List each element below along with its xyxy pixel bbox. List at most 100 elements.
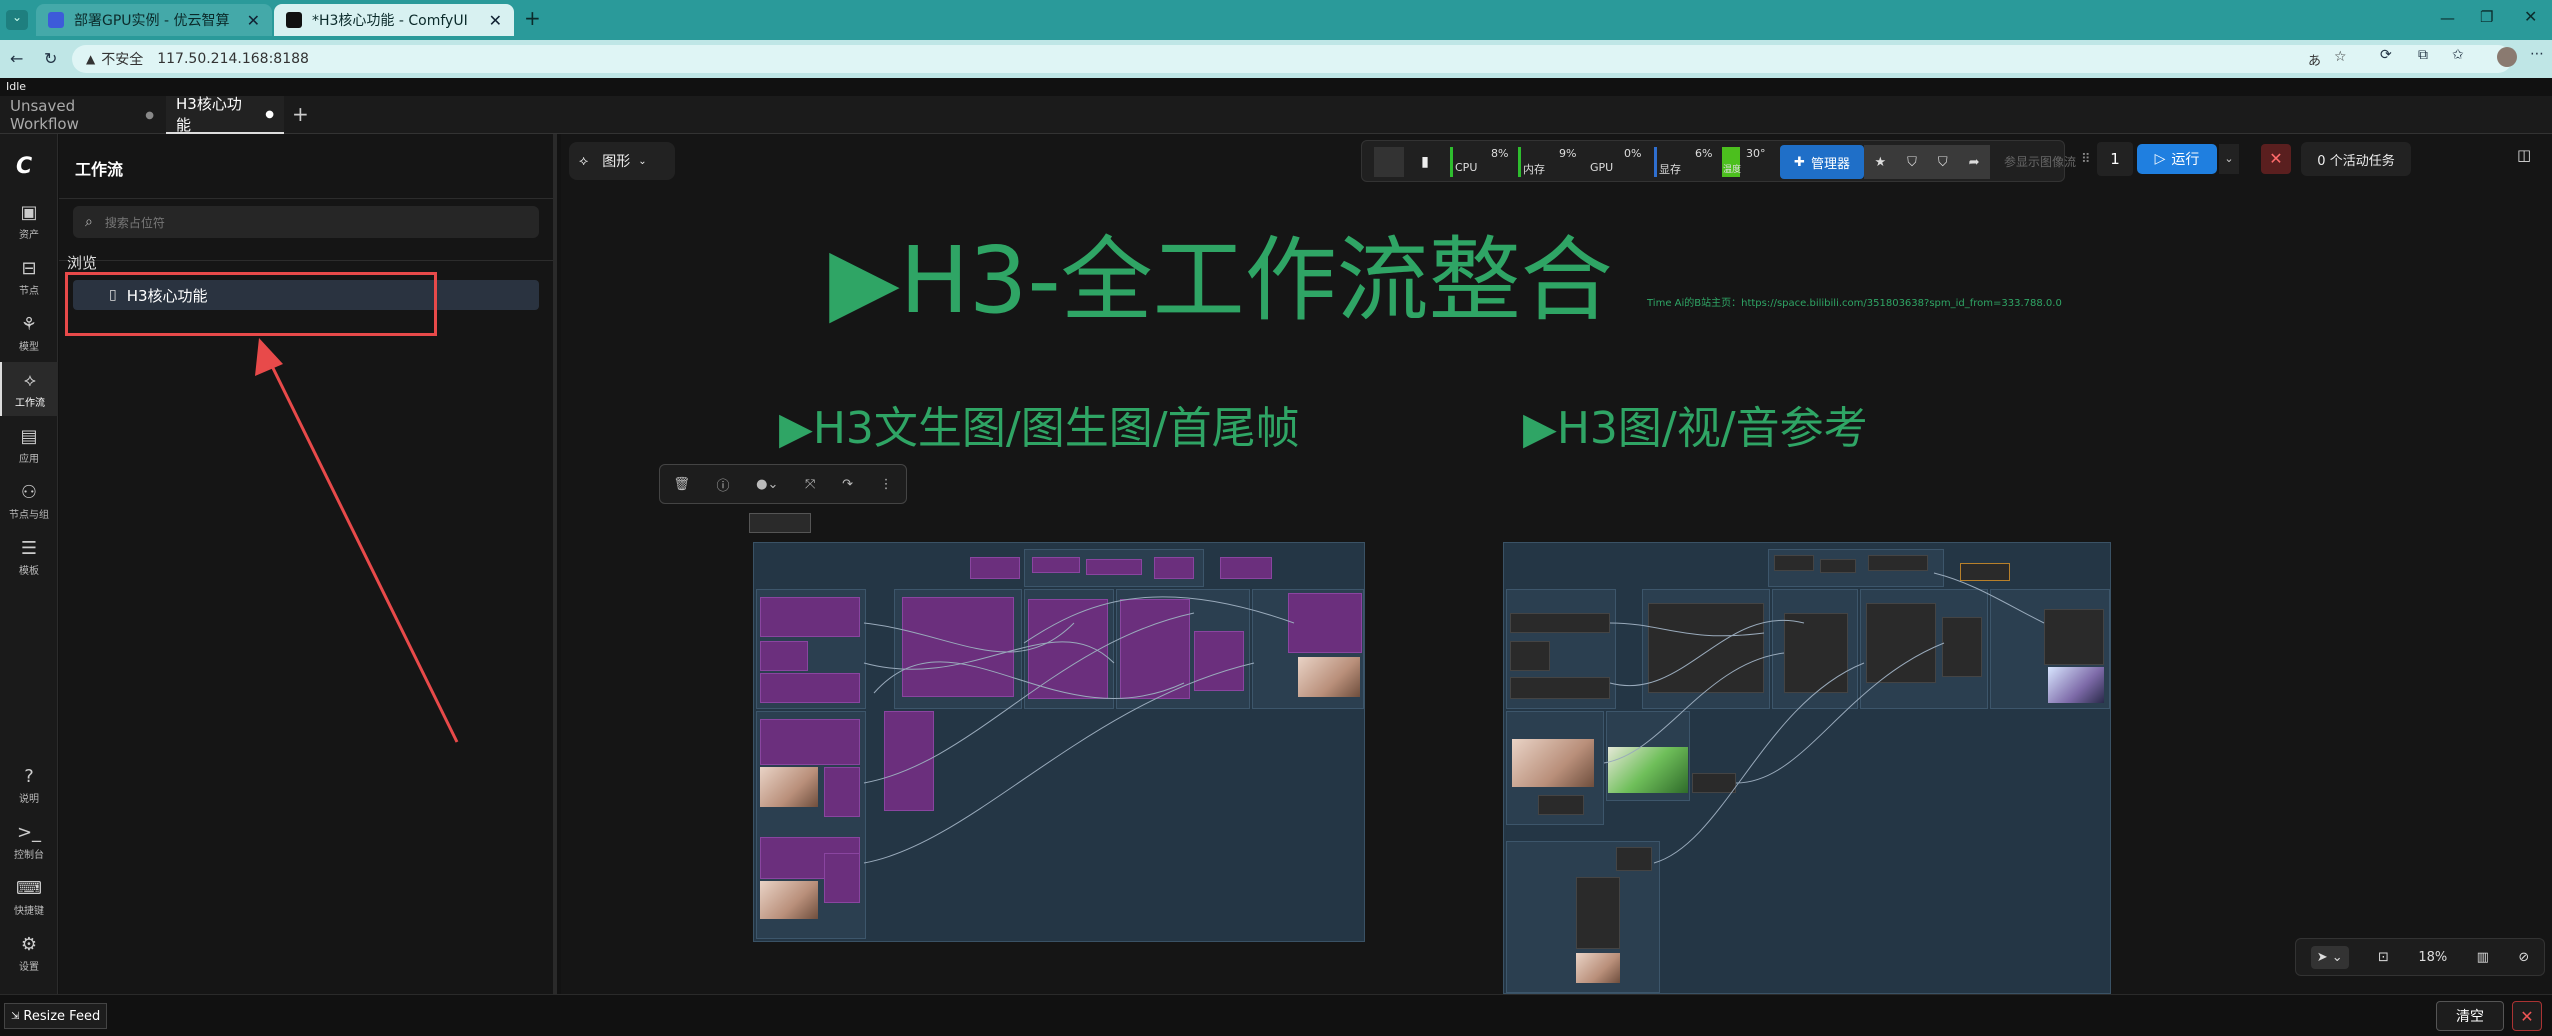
rail-item-apps[interactable]: ▤ 应用 [0, 418, 58, 472]
rail-item-models[interactable]: ⚘ 模型 [0, 306, 58, 360]
select-tool-icon[interactable]: ➤ ⌄ [2310, 945, 2349, 969]
panel-title: 工作流 [75, 160, 124, 179]
translate-icon[interactable]: あ [2308, 50, 2321, 69]
small-node[interactable] [749, 513, 811, 533]
graph-mode-button[interactable]: ⟡ 图形 ⌄ [569, 142, 675, 180]
rail-label: 应用 [19, 453, 39, 465]
tab-actions-chevron-icon[interactable]: ⌄ [6, 10, 28, 30]
rail-item-help[interactable]: ? 说明 [0, 758, 58, 812]
rail-item-assets[interactable]: ▣ 资产 [0, 194, 58, 248]
split-screen-icon[interactable]: ⧉ [2418, 47, 2428, 63]
workflow-group-left[interactable] [753, 542, 1365, 942]
status-strip: Idle [0, 78, 2552, 96]
browse-section-label: 浏览 [67, 254, 98, 272]
gpu-percent: 0% [1624, 147, 1642, 160]
terminal-icon: >_ [16, 821, 42, 843]
rail-item-shortcuts[interactable]: ⌨ 快捷键 [0, 870, 58, 924]
rail-item-templates[interactable]: ☰ 模板 [0, 530, 58, 584]
info-icon[interactable]: ⓘ [716, 475, 729, 494]
share-icon[interactable]: ➦ [1969, 155, 1980, 170]
add-workflow-tab-icon[interactable]: + [292, 102, 309, 126]
image-icon: ▣ [20, 201, 38, 223]
search-icon: ⌕ [85, 214, 93, 230]
workflow-icon: ⟡ [24, 369, 36, 391]
favorite-star-icon[interactable]: ☆ [2334, 49, 2347, 65]
monitor-logo-icon[interactable] [1374, 147, 1404, 177]
rail-item-node-groups[interactable]: ⚇ 节点与组 [0, 474, 58, 528]
rail-item-console[interactable]: >_ 控制台 [0, 814, 58, 868]
back-icon[interactable]: ← [10, 49, 23, 68]
manager-tools: ★ ⛉ ⛉ ➦ [1864, 145, 1990, 179]
active-tasks-button[interactable]: 0 个活动任务 [2301, 142, 2411, 176]
fit-view-icon[interactable]: ⊡ [2378, 950, 2389, 965]
restore-icon[interactable]: ❐ [2480, 8, 2493, 26]
toggle-panel-icon[interactable]: ◫ [2517, 146, 2531, 164]
rail-item-settings[interactable]: ⚙ 设置 [0, 926, 58, 980]
browser-tab-strip: ⌄ 部署GPU实例 - 优云智算 ✕ *H3核心功能 - ComfyUI ✕ +… [0, 0, 2552, 40]
profile-avatar[interactable] [2497, 47, 2517, 67]
group-title-right: ▶H3图/视/音参考 [1523, 403, 1868, 454]
drag-handle-icon[interactable]: ⠿ [2081, 152, 2091, 167]
comfy-logo-icon[interactable]: C [16, 154, 32, 179]
node-links [1603, 572, 2045, 864]
url-field[interactable]: ▲ 不安全 117.50.214.168:8188 あ ☆ [72, 45, 2512, 73]
hide-links-icon[interactable]: ⊘ [2518, 950, 2529, 965]
clear-button[interactable]: 清空 [2436, 1001, 2504, 1031]
uyun-favicon-icon [48, 12, 64, 28]
manager-button[interactable]: ✚ 管理器 [1780, 145, 1864, 179]
resize-feed-label: Resize Feed [23, 1008, 101, 1024]
shield-alt-icon[interactable]: ⛉ [1938, 155, 1948, 170]
workflow-tab-h3[interactable]: H3核心功能 ● [166, 95, 284, 134]
rail-item-nodes[interactable]: ⊟ 节点 [0, 250, 58, 304]
rail-label: 控制台 [14, 849, 44, 861]
browser-tab-0[interactable]: 部署GPU实例 - 优云智算 ✕ [36, 4, 272, 36]
zoom-level[interactable]: 18% [2418, 950, 2447, 965]
temperature-label: 温度 [1723, 165, 1742, 175]
more-icon[interactable]: ⋯ [2530, 46, 2544, 62]
bypass-icon[interactable]: ↷ [842, 477, 853, 492]
rail-label: 说明 [19, 793, 39, 805]
fit-icon[interactable]: ⤧ [805, 477, 815, 492]
workflow-group-right[interactable] [1503, 542, 2111, 994]
browser-tab-title: *H3核心功能 - ComfyUI [312, 13, 468, 29]
monitor-toolbar: ▮ 8% CPU 9% 内存 0% GPU 6% 显存 30° 温度 ✚ 管理器 … [1361, 140, 2076, 182]
group-title-left: ▶H3文生图/图生图/首尾帧 [779, 403, 1300, 454]
run-label: 运行 [2171, 152, 2200, 168]
bookmark-icon[interactable]: ▮ [1412, 149, 1438, 175]
workflow-tab-bar: Unsaved Workflow ● H3核心功能 ● + [0, 95, 2552, 134]
graph-icon: ⚇ [20, 481, 38, 503]
workflow-tab-unsaved[interactable]: Unsaved Workflow ● [0, 96, 164, 134]
minimize-icon[interactable]: — [2440, 9, 2455, 27]
minimap-icon[interactable]: ▥ [2477, 950, 2489, 965]
close-tab-icon[interactable]: ✕ [247, 11, 260, 30]
color-picker-icon[interactable]: ●⌄ [756, 477, 778, 492]
browser-tab-1[interactable]: *H3核心功能 - ComfyUI ✕ [274, 4, 514, 36]
window-close-icon[interactable]: ✕ [2524, 7, 2537, 26]
delete-icon[interactable]: 🗑 [673, 477, 690, 492]
more-icon[interactable]: ⋮ [880, 477, 893, 492]
search-input[interactable]: ⌕ 搜索占位符 [73, 206, 539, 238]
star-icon[interactable]: ★ [1874, 155, 1886, 170]
memory-monitor: 9% 内存 [1518, 147, 1582, 177]
favorites-icon[interactable]: ✩ [2452, 47, 2464, 63]
cancel-run-icon[interactable]: ✕ [2261, 144, 2291, 174]
run-options-chevron-icon[interactable]: ⌄ [2219, 144, 2239, 174]
resize-feed-button[interactable]: ⇲ Resize Feed [4, 1003, 108, 1029]
run-button[interactable]: ▷ 运行 [2137, 144, 2217, 174]
manager-label: 管理器 [1810, 156, 1850, 172]
close-tab-icon[interactable]: ✕ [489, 11, 502, 30]
new-tab-plus-icon[interactable]: + [524, 6, 541, 30]
workflow-tab-label: H3核心功能 [176, 95, 242, 134]
image-flow-toggle[interactable]: 参显示图像流 [2004, 153, 2076, 170]
rail-label: 节点 [19, 285, 39, 297]
close-feed-icon[interactable]: ✕ [2512, 1001, 2542, 1031]
node-links [863, 596, 1295, 864]
rail-item-workflows[interactable]: ⟡ 工作流 [0, 362, 58, 416]
graph-canvas[interactable]: ⟡ 图形 ⌄ ▮ 8% CPU 9% 内存 0% GPU 6% 显存 30° 温… [561, 134, 2552, 994]
queue-count-input[interactable]: 1 [2097, 142, 2133, 176]
reload-icon[interactable]: ↻ [44, 49, 57, 68]
extensions-icon[interactable]: ⟳ [2380, 47, 2392, 63]
rail-label: 设置 [19, 961, 39, 973]
shield-icon[interactable]: ⛉ [1907, 155, 1917, 170]
puzzle-icon: ✚ [1794, 154, 1805, 170]
